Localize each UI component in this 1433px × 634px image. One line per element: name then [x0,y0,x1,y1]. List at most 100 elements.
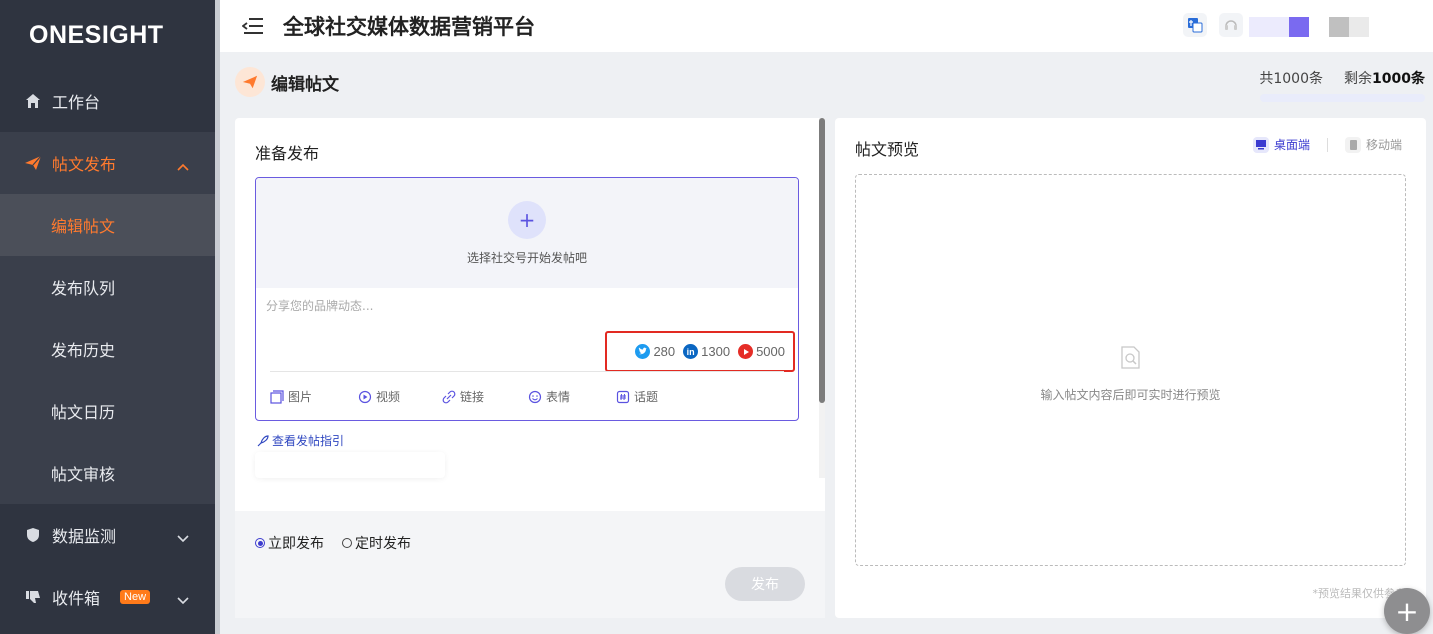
post-text-input[interactable]: 分享您的品牌动态... [266,297,373,314]
post-editor: + 选择社交号开始发帖吧 分享您的品牌动态... 280 in 1300 500… [255,177,799,421]
preview-card: 帖文预览 桌面端 移动端 输入帖文内容后即可实时进行预览 *预览结果仅供参考 [835,118,1426,618]
mobile-icon [1345,136,1361,153]
composer-scrollbar[interactable] [819,118,825,478]
account-avatar[interactable] [1289,17,1309,37]
select-account-area[interactable]: + 选择社交号开始发帖吧 [256,178,798,288]
quota-remaining: 剩余1000条 [1344,68,1425,88]
posting-guide-link[interactable]: 查看发帖指引 [257,432,344,449]
linkedin-icon: in [683,344,699,359]
linkedin-limit-value: 1300 [701,344,731,359]
insert-emoji-button[interactable]: 表情 [528,388,570,405]
char-limit-counters: 280 in 1300 5000 [605,331,795,372]
shield-icon [24,526,42,544]
insert-video-button[interactable]: 视频 [358,388,400,405]
chevron-up-icon [177,156,189,175]
sidebar-item-post-publish[interactable]: 帖文发布 [0,132,215,194]
publish-scheduled-radio[interactable]: 定时发布 [342,533,411,553]
user-menu[interactable] [1349,17,1369,37]
new-badge: New [120,590,151,604]
preview-title: 帖文预览 [855,140,920,159]
quota-remaining-label: 剩余 [1344,71,1373,87]
youtube-limit: 5000 [738,344,785,359]
top-right-tools [1183,0,1433,52]
sidebar: ONESIGHT 工作台 帖文发布 编辑帖文 发布队列 发布历史 帖文日历 帖文… [0,0,215,634]
editor-divider [270,371,784,372]
thumbs-down-icon [24,588,42,606]
send-icon [24,154,42,172]
desktop-icon [1253,136,1269,153]
toggle-separator [1327,138,1328,152]
page-title: 编辑帖文 [271,75,339,95]
quota-total: 共1000条 [1259,71,1323,87]
user-avatar[interactable] [1329,17,1349,37]
sidebar-item-data-monitoring[interactable]: 数据监测 [0,504,215,566]
post-publish-submenu: 编辑帖文 发布队列 发布历史 帖文日历 帖文审核 [0,194,215,504]
youtube-icon [738,344,754,359]
image-icon [270,389,284,404]
page-header: 编辑帖文 共1000条 剩余1000条 [220,52,1433,112]
composer-card: 准备发布 + 选择社交号开始发帖吧 分享您的品牌动态... 280 in 130… [235,118,825,618]
quota-bar [1260,94,1425,102]
sidebar-item-publish-history[interactable]: 发布历史 [0,318,215,380]
top-bar: 全球社交媒体数据营销平台 [220,0,1433,52]
preview-empty-hint: 输入帖文内容后即可实时进行预览 [1040,388,1221,402]
sidebar-item-inbox[interactable]: 收件箱 New [0,566,215,628]
tool-label: 链接 [460,390,485,404]
sidebar-item-workbench[interactable]: 工作台 [0,70,215,132]
send-icon [235,67,265,97]
mobile-preview-tab[interactable]: 移动端 [1345,136,1402,153]
insert-link-button[interactable]: 链接 [442,388,484,405]
sidebar-item-label: 收件箱 [52,589,101,608]
linkedin-limit: in 1300 [683,344,730,359]
add-account-button[interactable]: + [508,201,546,239]
emoji-icon [528,390,542,403]
publish-now-label: 立即发布 [268,536,324,552]
tool-label: 图片 [288,390,313,404]
sidebar-item-label: 数据监测 [52,527,117,546]
hashtag-icon [616,390,630,403]
sidebar-item-post-review[interactable]: 帖文审核 [0,442,215,504]
sidebar-item-label: 工作台 [52,93,101,112]
desktop-preview-tab[interactable]: 桌面端 [1253,136,1310,153]
publish-options: 立即发布 定时发布 发布 [235,511,825,618]
select-account-hint: 选择社交号开始发帖吧 [466,251,587,265]
tool-label: 话题 [634,390,659,404]
twitter-icon [635,344,651,359]
publish-scheduled-label: 定时发布 [355,536,411,552]
sidebar-item-post-calendar[interactable]: 帖文日历 [0,380,215,442]
tool-label: 表情 [546,390,571,404]
composer-scroll-thumb[interactable] [819,118,825,403]
twitter-limit-value: 280 [653,344,676,359]
tool-label: 视频 [376,390,401,404]
preview-area: 输入帖文内容后即可实时进行预览 [855,174,1406,566]
account-switch[interactable] [1249,17,1289,37]
onesight-logo: ONESIGHT [29,20,164,49]
mobile-label: 移动端 [1366,138,1403,152]
menu-collapse-icon[interactable] [242,17,264,35]
support-icon[interactable] [1219,13,1243,37]
guide-link-label: 查看发帖指引 [272,434,345,448]
chevron-down-icon [177,528,189,547]
sidebar-item-label: 帖文发布 [52,155,117,174]
desktop-label: 桌面端 [1274,138,1311,152]
video-icon [358,390,372,403]
app-title: 全球社交媒体数据营销平台 [283,15,535,39]
youtube-limit-value: 5000 [756,344,785,359]
sidebar-item-publish-queue[interactable]: 发布队列 [0,256,215,318]
section-title: 准备发布 [255,144,320,163]
radio-checked-icon [255,538,265,548]
insert-image-button[interactable]: 图片 [270,388,312,405]
insert-topic-button[interactable]: 话题 [616,388,658,405]
sidebar-item-edit-post[interactable]: 编辑帖文 [0,194,215,256]
guide-popover [255,452,445,478]
link-icon [442,390,456,403]
rocket-icon [257,434,269,446]
twitter-limit: 280 [635,344,675,359]
home-icon [24,92,42,110]
preview-search-icon [1119,345,1143,375]
radio-unchecked-icon [342,538,352,548]
floating-add-button[interactable]: + [1384,588,1430,634]
publish-button[interactable]: 发布 [725,567,805,601]
language-icon[interactable] [1183,13,1207,37]
publish-now-radio[interactable]: 立即发布 [255,533,324,553]
